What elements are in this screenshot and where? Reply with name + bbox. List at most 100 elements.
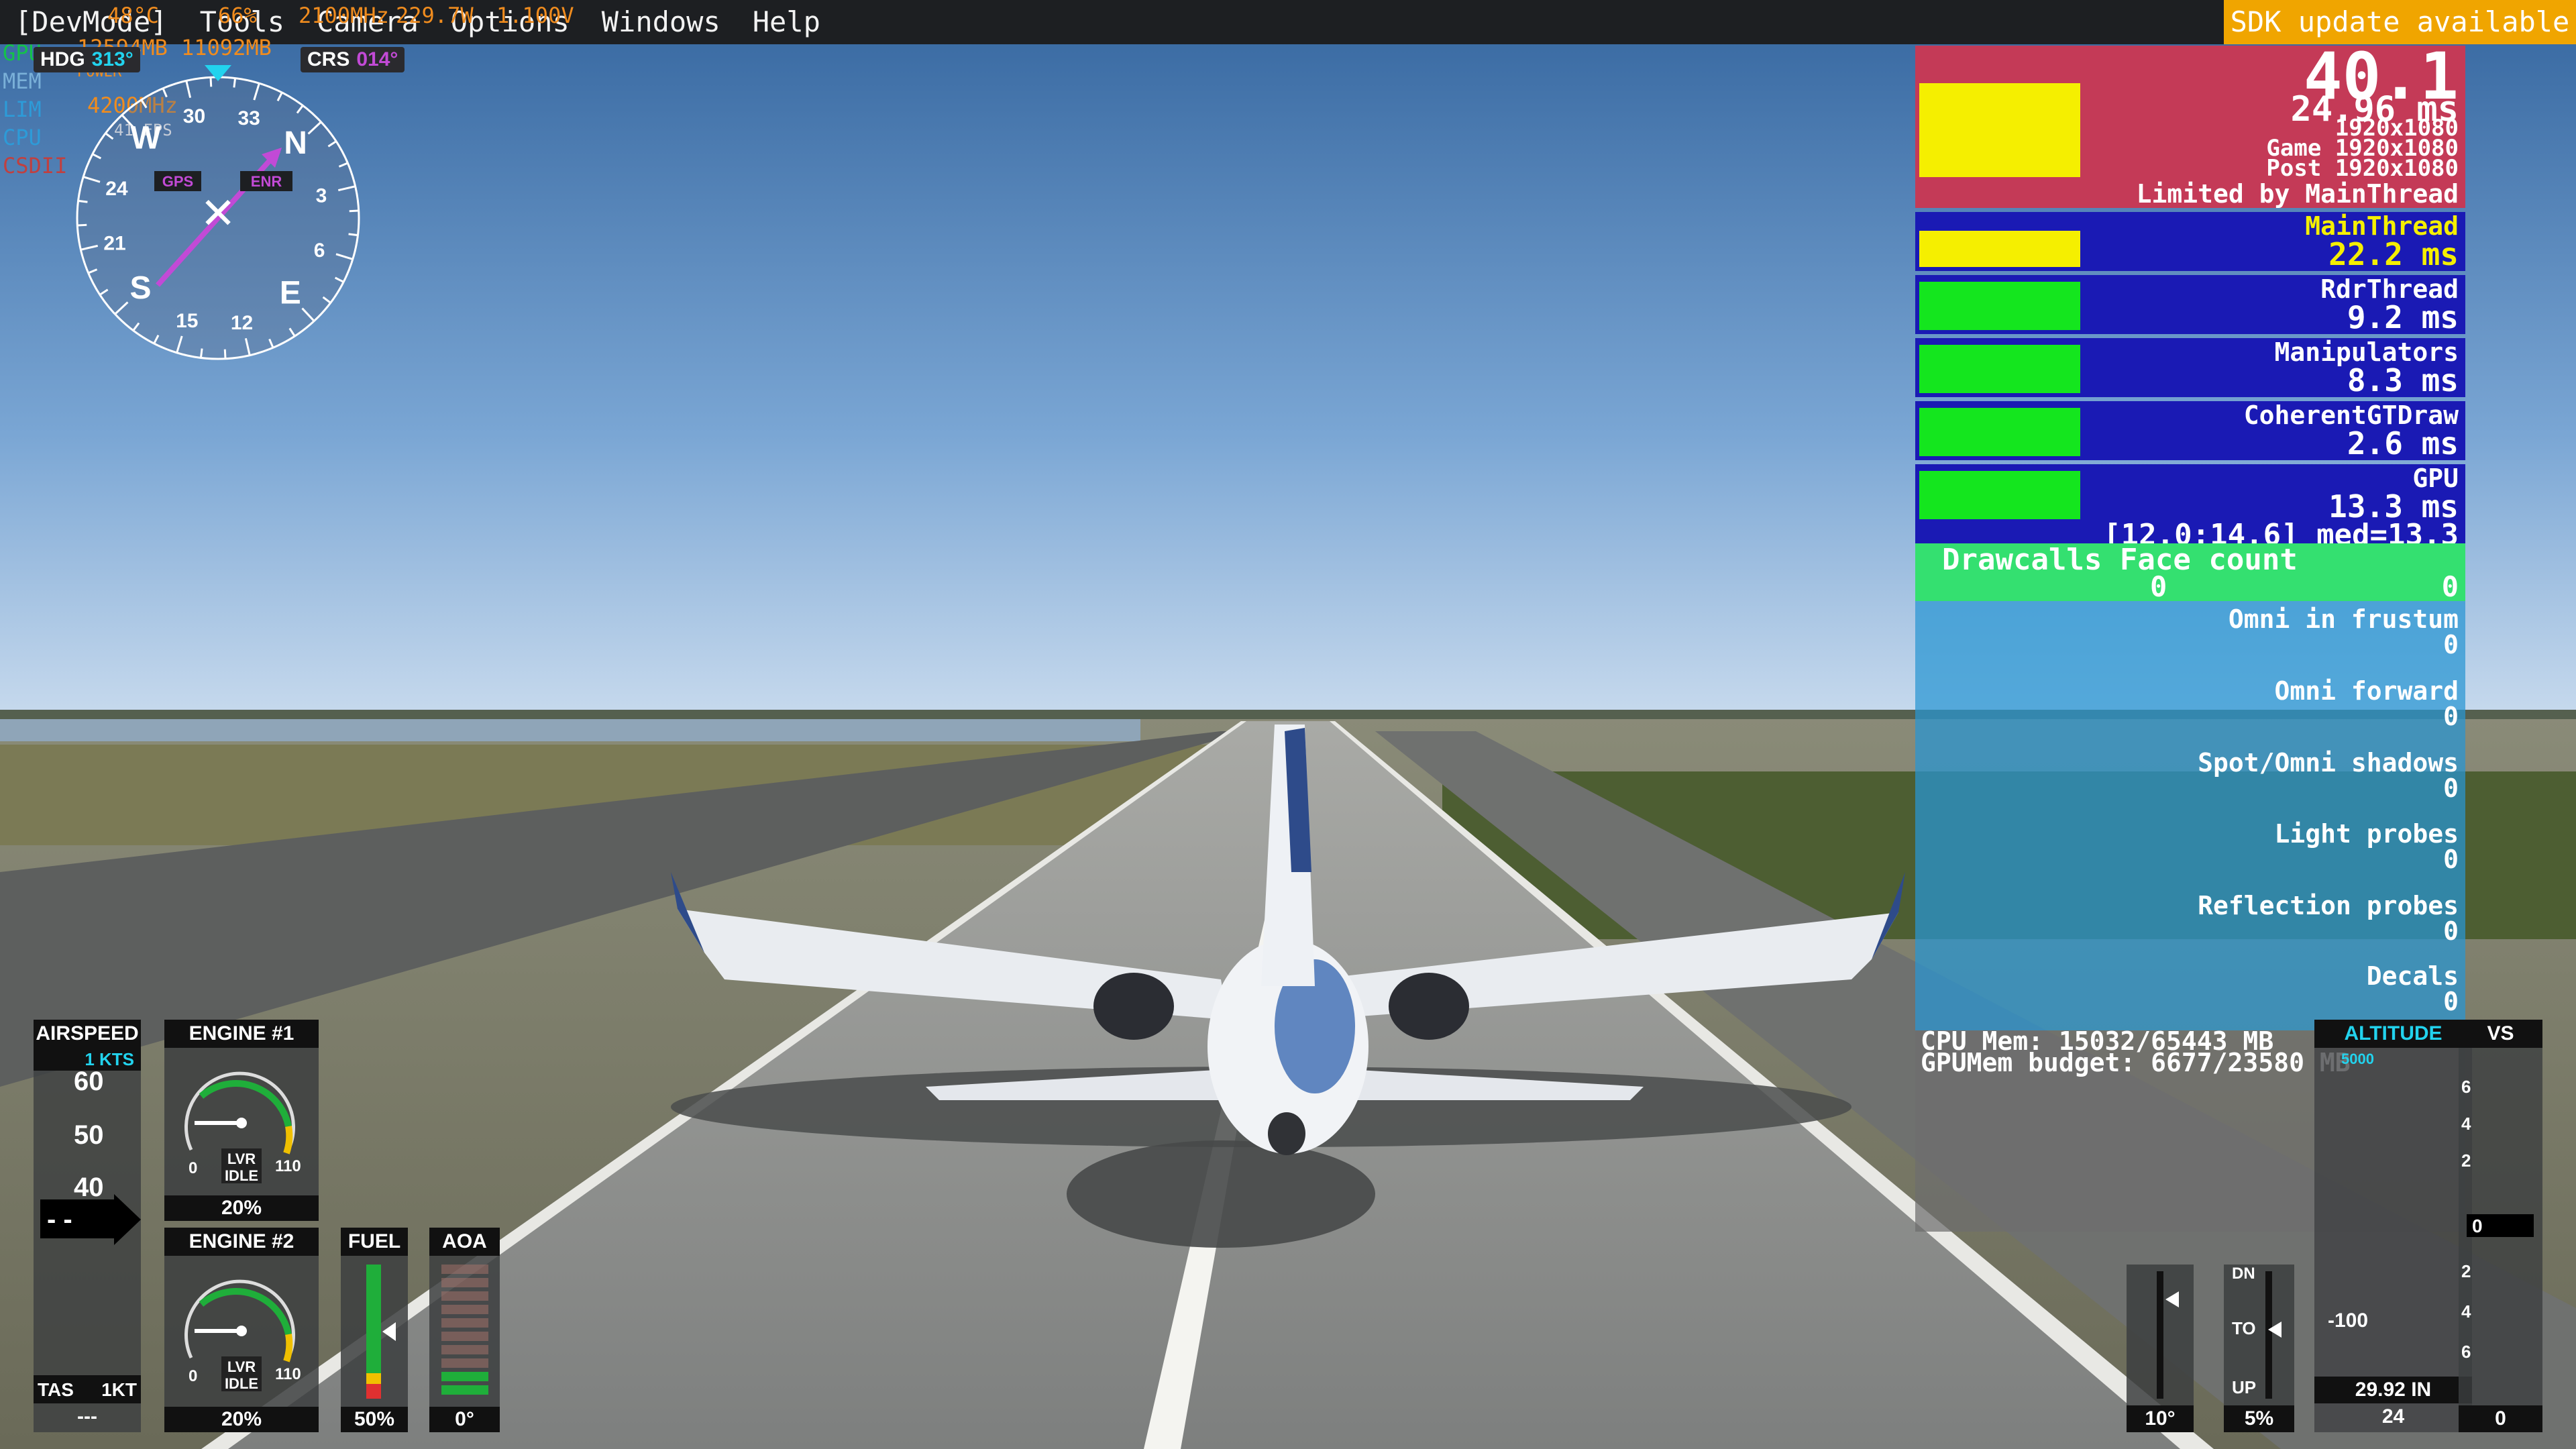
drawcalls-block: Drawcalls Face count 0 0 [1915,543,2465,603]
flaps-up: UP [2232,1377,2257,1397]
vs-title: VS [2459,1020,2542,1048]
engine-1-min: 0 [189,1159,198,1177]
stat-label-csd: CSDII [3,153,68,178]
engine-2-title: ENGINE #2 [164,1228,319,1256]
engine-2-idle: IDLE [224,1375,259,1392]
compass-label: 12 [231,312,253,334]
light-row: Omni forward 0 [2274,676,2459,731]
airspeed-panel: AIRSPEED 1 KTS 60 50 40 - - TAS 1KT --- [34,1020,141,1432]
aoa-title: AOA [429,1228,500,1256]
compass-label: 6 [314,239,325,262]
gpu-volt: 1.100V [496,3,574,28]
engine-2-min: 0 [189,1367,198,1385]
airspeed-tick: 40 [74,1173,104,1202]
airspeed-title: AIRSPEED [34,1020,141,1048]
aoa-bar [441,1358,488,1368]
engine-1-title: ENGINE #1 [164,1020,319,1048]
aircraft-symbol-icon: ✕ [200,189,236,239]
fuel-title: FUEL [341,1228,408,1256]
aoa-bar [441,1385,488,1395]
compass-label: 3 [316,184,327,207]
compass-label: S [129,270,151,306]
menu-windows[interactable]: Windows [586,0,737,44]
sdk-update-banner[interactable]: SDK update available [2224,0,2576,44]
trim-pointer-icon [2165,1291,2179,1307]
tas-label: TAS [38,1379,74,1400]
airspeed-tick: 60 [74,1067,104,1096]
tas-row: TAS 1KT [34,1375,141,1403]
engine-2-panel: ENGINE #2 LVR IDLE 0 110 20% [164,1228,319,1432]
compass-label: W [131,120,162,156]
baro-setting[interactable]: 29.92 IN [2314,1377,2472,1403]
aoa-bar [441,1345,488,1354]
trim-value: 10° [2127,1405,2194,1432]
aoa-bars [441,1265,488,1399]
flaps-dn: DN [2232,1265,2255,1283]
thread-main: MainThread 22.2 ms [1915,212,2465,271]
mem-vram: 11092MB [181,35,272,60]
aoa-bar [441,1291,488,1301]
altitude-title: ALTITUDE [2314,1020,2472,1048]
thread-bar [1919,231,2080,267]
gpu-load: 66% [218,3,257,28]
flaps-panel: DN TO UP 5% [2224,1265,2294,1432]
limited-by: Limited by MainThread [1915,180,2465,208]
right-engine [1389,973,1469,1040]
tail-cone [1268,1112,1305,1155]
aircraft-shadow-tail [1067,1140,1375,1248]
thread-bar [1919,345,2080,393]
engine-2-lvr: LVR [227,1358,256,1375]
airspeed-tick: 50 [74,1120,104,1150]
thread-value: 8.3 ms [2347,362,2459,398]
flaps-value: 5% [2224,1405,2294,1432]
compass-label: 21 [103,233,125,255]
thread-bar [1919,408,2080,456]
aoa-panel: AOA 0° [429,1228,500,1432]
thread-coherent: CoherentGTDraw 2.6 ms [1915,401,2465,460]
airspeed-current: - - [47,1205,72,1234]
aoa-bar [441,1278,488,1287]
light-row: Reflection probes 0 [2198,891,2459,946]
trim-track [2157,1271,2163,1399]
thread-manipulators: Manipulators 8.3 ms [1915,338,2465,397]
hsi-compass: N3 6E 12 15 S21 24W 30 33 ✕ GPS ENR [76,65,360,360]
airspeed-arrow-icon [114,1194,141,1245]
stat-label-lim: LIM [3,97,42,122]
compass-label: N [284,125,307,161]
face-count-value: 0 [2441,570,2459,603]
compass-label: 30 [183,105,205,127]
compass-tick [78,199,88,203]
vs-tick: 6 [2461,1077,2471,1097]
vs-tick: 2 [2461,1150,2471,1171]
engine-1-percent: 20% [164,1195,319,1221]
light-row: Decals 0 [2366,961,2459,1016]
altitude-tick: 5000 [2341,1051,2374,1067]
gpu-temp: 48°C [107,3,160,28]
compass-label: 33 [238,107,260,129]
aoa-bar [441,1318,488,1328]
compass-tick [199,348,203,358]
vs-bottom: 0 [2459,1405,2542,1432]
fuel-track [366,1265,381,1399]
engine-2-percent: 20% [164,1407,319,1432]
vs-tick: 2 [2461,1261,2471,1281]
fuel-low-band [366,1384,381,1399]
tas-value: 1KT [101,1379,137,1400]
fuel-value: 50% [341,1407,408,1432]
compass-label: E [280,276,301,311]
fuel-warn-band [366,1373,381,1384]
airspeed-bottom: --- [77,1405,97,1428]
engine-1-lvr: LVR [227,1150,256,1167]
menu-help[interactable]: Help [737,0,837,44]
vs-tick: 6 [2461,1342,2471,1362]
altitude-bottom: 24 [2381,1405,2405,1428]
thread-gpu: GPU 13.3 ms [12.0;14.6] med=13.3 [1915,464,2465,552]
vs-current: 0 [2472,1216,2483,1236]
fuel-pointer-icon [382,1322,396,1341]
gpu-power: 229.7W [396,3,474,28]
thread-bar [1919,282,2080,330]
aoa-bar [441,1265,488,1274]
fuel-panel: FUEL 50% [341,1228,408,1432]
compass-label: 24 [105,178,128,200]
altitude-minus100: -100 [2328,1309,2369,1332]
